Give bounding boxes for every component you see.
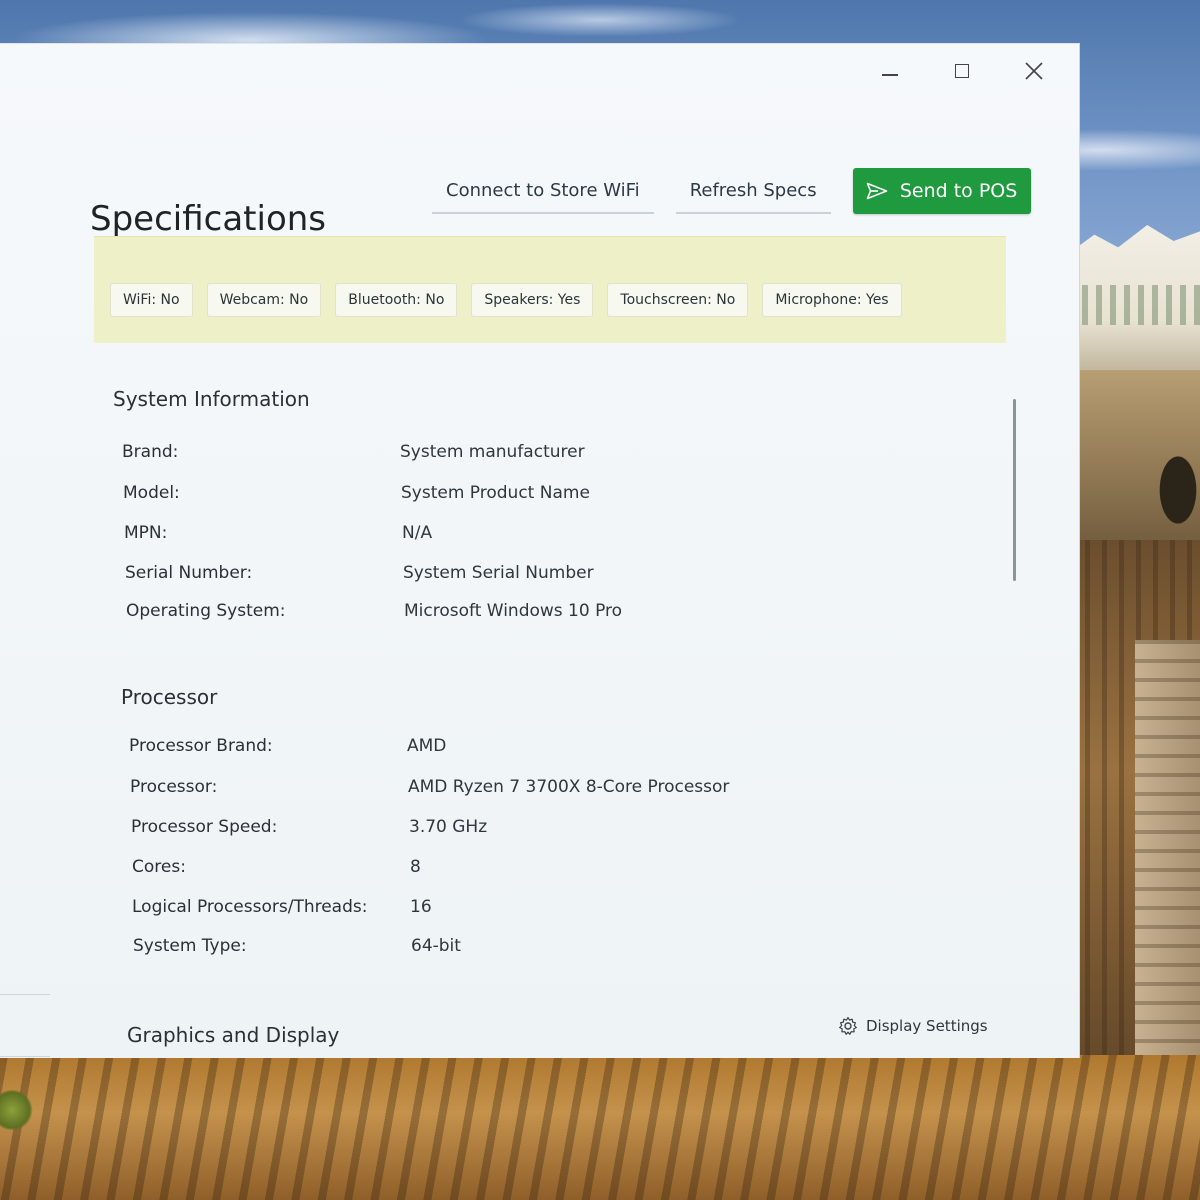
info-row-os: Operating System: Microsoft Windows 10 P… [126, 601, 622, 621]
wallpaper-plant [0, 1090, 34, 1130]
info-label: Model: [123, 483, 180, 503]
processor-row-system-type: System Type: 64-bit [133, 936, 461, 956]
send-icon [866, 182, 888, 200]
info-label: Operating System: [126, 601, 286, 621]
info-value: Microsoft Windows 10 Pro [404, 601, 623, 621]
display-settings-link[interactable]: Display Settings [838, 1016, 988, 1036]
feature-chip-touchscreen: Touchscreen: No [607, 283, 749, 317]
feature-chip-bluetooth: Bluetooth: No [335, 283, 458, 317]
info-label: Serial Number: [125, 563, 253, 583]
send-to-pos-button[interactable]: Send to POS [852, 168, 1031, 214]
info-label: Processor: [130, 777, 218, 797]
vertical-scrollbar[interactable] [1013, 399, 1016, 581]
window-controls [873, 56, 1051, 86]
processor-row-model: Processor: AMD Ryzen 7 3700X 8-Core Proc… [130, 777, 729, 797]
refresh-specs-button[interactable]: Refresh Specs [675, 168, 831, 214]
section-title-graphics: Graphics and Display [127, 1023, 340, 1047]
processor-row-speed: Processor Speed: 3.70 GHz [131, 817, 487, 837]
processor-row-threads: Logical Processors/Threads: 16 [132, 897, 432, 917]
info-label: Brand: [122, 442, 179, 462]
toolbar: Connect to Store WiFi Refresh Specs Send… [432, 168, 1031, 214]
section-title-processor: Processor [121, 685, 218, 709]
wallpaper-bridge [1068, 370, 1200, 560]
info-value: System manufacturer [400, 442, 585, 462]
info-row-model: Model: System Product Name [123, 483, 590, 503]
sidebar-divider [0, 1056, 50, 1057]
info-label: Logical Processors/Threads: [132, 897, 368, 917]
minimize-icon[interactable] [873, 56, 907, 86]
feature-chip-wifi: WiFi: No [110, 283, 193, 317]
gear-icon [839, 1016, 857, 1035]
feature-summary-bar: WiFi: No Webcam: No Bluetooth: No Speake… [94, 236, 1006, 343]
info-row-serial: Serial Number: System Serial Number [125, 563, 594, 583]
maximize-icon[interactable] [945, 56, 979, 86]
specifications-window: Specifications Connect to Store WiFi Ref… [0, 43, 1080, 1058]
sidebar-divider [0, 994, 50, 995]
info-value: 3.70 GHz [409, 817, 488, 837]
close-icon[interactable] [1017, 56, 1051, 86]
send-to-pos-label: Send to POS [899, 180, 1018, 202]
feature-chip-speakers: Speakers: Yes [471, 283, 594, 317]
wallpaper-ground [0, 1055, 1200, 1200]
info-value: System Product Name [401, 483, 590, 503]
info-value: 16 [410, 897, 432, 917]
info-label: Processor Brand: [129, 736, 273, 756]
info-row-mpn: MPN: N/A [124, 523, 432, 543]
info-label: Cores: [132, 857, 186, 877]
display-settings-label: Display Settings [866, 1017, 988, 1035]
info-label: Processor Speed: [131, 817, 278, 837]
info-label: System Type: [133, 936, 247, 956]
section-title-system: System Information [113, 387, 310, 411]
info-value: System Serial Number [403, 563, 594, 583]
info-value: AMD Ryzen 7 3700X 8-Core Processor [408, 777, 730, 797]
info-value: AMD [407, 736, 447, 756]
processor-row-cores: Cores: 8 [132, 857, 421, 877]
connect-wifi-button[interactable]: Connect to Store WiFi [432, 168, 654, 214]
feature-chip-microphone: Microphone: Yes [762, 283, 902, 317]
wallpaper-town [1068, 225, 1200, 385]
info-label: MPN: [124, 523, 168, 543]
info-value: 64-bit [411, 936, 461, 956]
info-value: 8 [410, 857, 421, 877]
feature-chip-webcam: Webcam: No [206, 283, 322, 317]
processor-row-brand: Processor Brand: AMD [129, 736, 446, 756]
info-row-brand: Brand: System manufacturer [122, 442, 585, 462]
page-title: Specifications [90, 199, 327, 239]
info-value: N/A [402, 523, 433, 543]
